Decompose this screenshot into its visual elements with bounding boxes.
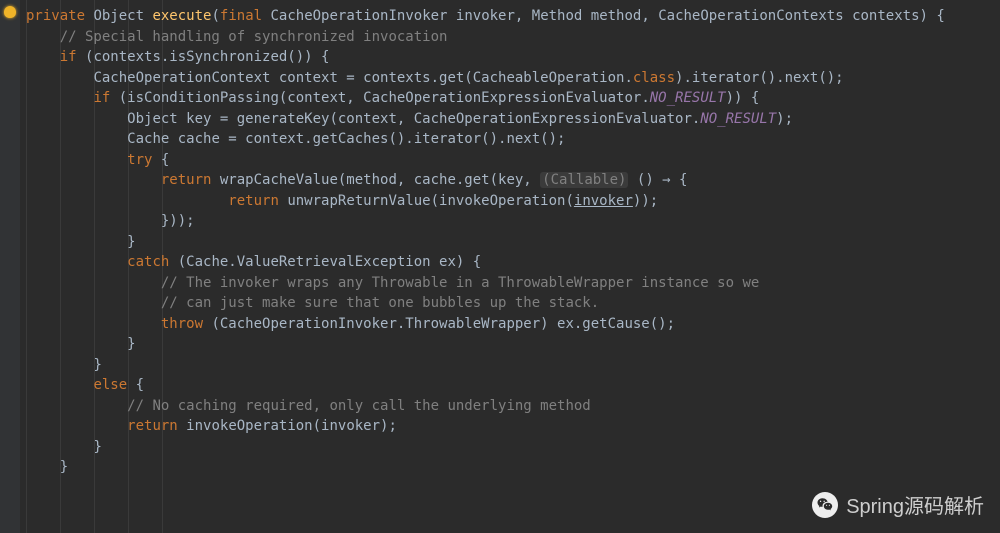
code-token: unwrapReturnValue(invokeOperation( — [287, 193, 574, 209]
code-token: CacheOperationInvoker invoker, Method me… — [270, 8, 944, 24]
code-token: wrapCacheValue(method, cache.get(key, — [220, 172, 540, 188]
code-token: Object — [93, 8, 152, 24]
code-token: if — [93, 90, 118, 106]
code-token: // can just make sure that one bubbles u… — [161, 295, 599, 311]
code-token: invokeOperation(invoker); — [186, 418, 397, 434]
code-token: // No caching required, only call the un… — [127, 398, 591, 414]
code-token: })); — [161, 213, 195, 229]
watermark: Spring源码解析 — [812, 490, 984, 519]
code-token: (Cache.ValueRetrievalException ex) { — [178, 254, 481, 270]
code-token: final — [220, 8, 271, 24]
code-token: CacheOperationContext context = contexts… — [93, 70, 632, 86]
code-token: { — [136, 377, 144, 393]
code-line[interactable]: return wrapCacheValue(method, cache.get(… — [26, 170, 945, 191]
code-token: ); — [776, 111, 793, 127]
code-token: } — [127, 336, 135, 352]
code-token: class — [633, 70, 675, 86]
code-token: (Callable) — [540, 172, 628, 188]
code-line[interactable]: } — [26, 437, 945, 458]
code-token: ( — [211, 8, 219, 24]
code-line[interactable]: return unwrapReturnValue(invokeOperation… — [26, 191, 945, 212]
code-token: () → { — [628, 172, 687, 188]
code-token: private — [26, 8, 93, 24]
code-line[interactable]: try { — [26, 150, 945, 171]
code-line[interactable]: // No caching required, only call the un… — [26, 396, 945, 417]
code-token: try — [127, 152, 161, 168]
wechat-icon — [812, 492, 838, 518]
code-token: if — [60, 49, 85, 65]
code-token: (isConditionPassing(context, CacheOperat… — [119, 90, 650, 106]
code-line[interactable]: private Object execute(final CacheOperat… — [26, 6, 945, 27]
code-line[interactable]: } — [26, 457, 945, 478]
code-token: Object key = generateKey(context, CacheO… — [127, 111, 700, 127]
code-line[interactable]: } — [26, 334, 945, 355]
code-line[interactable]: // Special handling of synchronized invo… — [26, 27, 945, 48]
code-token: return — [161, 172, 220, 188]
code-token: )); — [633, 193, 658, 209]
code-line[interactable]: throw (CacheOperationInvoker.ThrowableWr… — [26, 314, 945, 335]
code-token: } — [127, 234, 135, 250]
code-line[interactable]: // The invoker wraps any Throwable in a … — [26, 273, 945, 294]
code-line[interactable]: } — [26, 355, 945, 376]
code-line[interactable]: if (isConditionPassing(context, CacheOpe… — [26, 88, 945, 109]
code-token: catch — [127, 254, 178, 270]
code-editor[interactable]: private Object execute(final CacheOperat… — [0, 0, 1000, 533]
code-line[interactable]: // can just make sure that one bubbles u… — [26, 293, 945, 314]
code-token: // Special handling of synchronized invo… — [60, 29, 448, 45]
code-token: invoker — [574, 193, 633, 209]
gutter — [0, 0, 20, 533]
code-token: } — [60, 459, 68, 475]
code-token: else — [93, 377, 135, 393]
code-line[interactable]: CacheOperationContext context = contexts… — [26, 68, 945, 89]
code-token: { — [161, 152, 169, 168]
code-token: return — [127, 418, 186, 434]
code-token: (CacheOperationInvoker.ThrowableWrapper)… — [211, 316, 675, 332]
code-token: ).iterator().next(); — [675, 70, 844, 86]
code-token: Cache cache = context.getCaches().iterat… — [127, 131, 565, 147]
code-line[interactable]: Object key = generateKey(context, CacheO… — [26, 109, 945, 130]
code-line[interactable]: } — [26, 232, 945, 253]
code-token: throw — [161, 316, 212, 332]
code-line[interactable]: else { — [26, 375, 945, 396]
intention-bulb-icon[interactable] — [4, 6, 16, 18]
code-line[interactable]: })); — [26, 211, 945, 232]
code-token: (contexts.isSynchronized()) { — [85, 49, 329, 65]
code-token: )) { — [726, 90, 760, 106]
code-area[interactable]: private Object execute(final CacheOperat… — [26, 6, 945, 478]
code-line[interactable]: return invokeOperation(invoker); — [26, 416, 945, 437]
code-line[interactable]: Cache cache = context.getCaches().iterat… — [26, 129, 945, 150]
code-token: execute — [152, 8, 211, 24]
code-token: NO_RESULT — [700, 111, 776, 127]
watermark-text: Spring源码解析 — [846, 490, 984, 519]
code-token: return — [228, 193, 287, 209]
code-line[interactable]: if (contexts.isSynchronized()) { — [26, 47, 945, 68]
code-token: // The invoker wraps any Throwable in a … — [161, 275, 759, 291]
code-line[interactable]: catch (Cache.ValueRetrievalException ex)… — [26, 252, 945, 273]
code-token: NO_RESULT — [650, 90, 726, 106]
code-token: } — [93, 357, 101, 373]
code-token: } — [93, 439, 101, 455]
